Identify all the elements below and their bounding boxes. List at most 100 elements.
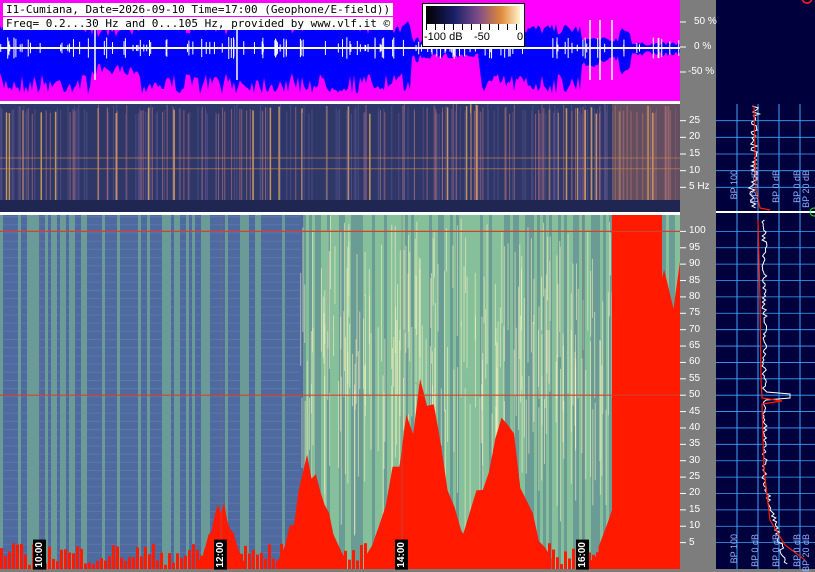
red-floor <box>364 543 367 569</box>
high-spectrogram-y-tick: 10 <box>689 520 701 532</box>
red-floor <box>380 564 383 569</box>
red-floor <box>308 545 311 569</box>
spectrogram-column <box>534 215 537 569</box>
red-floor <box>136 547 139 569</box>
spectrogram-column <box>24 215 27 569</box>
red-floor <box>128 557 131 569</box>
red-floor <box>468 544 471 569</box>
red-floor <box>340 555 343 569</box>
red-floor <box>472 556 475 569</box>
spectrogram-column <box>120 215 123 569</box>
red-floor <box>492 559 495 569</box>
spectrogram-column <box>123 215 126 569</box>
high-spectrogram-y-tick: 50 <box>689 389 701 401</box>
spectrogram-column <box>180 215 183 569</box>
red-floor <box>336 549 339 569</box>
red-floor <box>140 556 143 569</box>
spectrogram-column <box>117 215 120 569</box>
red-floor <box>88 562 91 569</box>
spectrogram-column <box>138 215 141 569</box>
spectrogram-column <box>201 215 204 569</box>
high-spectrogram-y-tick: 40 <box>689 421 701 433</box>
red-floor <box>292 553 295 569</box>
spectrogram-column <box>276 215 279 569</box>
spectrogram-column <box>231 215 234 569</box>
red-floor <box>232 558 235 569</box>
red-floor <box>296 548 299 569</box>
red-floor <box>248 553 251 569</box>
red-floor <box>196 549 199 569</box>
red-floor <box>620 564 623 569</box>
spectrogram-column <box>291 215 294 569</box>
red-floor <box>280 543 283 569</box>
spectrogram-column <box>33 215 36 569</box>
red-floor <box>648 548 651 569</box>
red-floor <box>192 544 195 569</box>
red-floor <box>548 543 551 569</box>
red-floor <box>276 561 279 569</box>
red-floor <box>180 557 183 569</box>
red-floor <box>520 562 523 569</box>
red-floor <box>96 560 99 569</box>
spectrogram-column <box>87 215 90 569</box>
red-floor <box>360 544 363 569</box>
spectrogram-column <box>66 215 69 569</box>
spectrogram-column <box>183 215 186 569</box>
spectrogram-column <box>48 215 51 569</box>
red-floor <box>236 554 239 569</box>
spectrum-legend-label: BP 100 <box>729 534 739 564</box>
red-floor <box>160 552 163 569</box>
spectrogram-column <box>186 215 189 569</box>
spectrogram-column <box>228 215 231 569</box>
red-floor <box>664 547 667 569</box>
spectrogram-column <box>21 215 24 569</box>
red-floor <box>660 556 663 569</box>
spectrogram-column <box>564 215 567 569</box>
red-floor <box>488 560 491 569</box>
spectrogram-column <box>537 215 540 569</box>
spectrogram-column <box>18 215 21 569</box>
low-spectrogram-y-tick: 10 <box>689 164 701 176</box>
red-floor <box>228 555 231 569</box>
high-spectrogram-y-tick: 15 <box>689 503 701 515</box>
red-floor <box>592 554 595 569</box>
red-floor <box>572 548 575 569</box>
red-floor <box>252 549 255 569</box>
high-spectrogram-y-tick: 90 <box>689 258 701 270</box>
spectrogram-column <box>132 215 135 569</box>
red-floor <box>452 548 455 569</box>
spectrogram-column <box>255 215 258 569</box>
spectrogram-column <box>165 215 168 569</box>
spectrogram-column <box>375 215 378 569</box>
low-spectrogram-y-tick: 15 <box>689 148 701 159</box>
red-floor <box>556 557 559 569</box>
spectrogram-column <box>249 215 252 569</box>
high-spectrogram-y-tick: 70 <box>689 323 701 335</box>
spectrogram-column <box>240 215 243 569</box>
red-floor <box>508 551 511 569</box>
spectrogram-column <box>45 215 48 569</box>
red-floor <box>632 554 635 569</box>
red-floor <box>344 550 347 569</box>
spectrogram-column <box>171 215 174 569</box>
red-floor <box>636 547 639 569</box>
red-floor <box>84 563 87 569</box>
red-floor <box>408 562 411 569</box>
spectrogram-column <box>54 215 57 569</box>
red-floor <box>532 556 535 569</box>
red-floor <box>16 544 19 569</box>
red-floor <box>320 549 323 569</box>
spectrogram-column <box>246 215 249 569</box>
spectrum-legend-label: BP 20 dB <box>801 170 811 208</box>
spectrogram-column <box>552 215 555 569</box>
spectrogram-column <box>90 215 93 569</box>
spectrum-legend-label: BP 0 dB <box>771 534 781 567</box>
red-floor <box>668 558 671 569</box>
spectrogram-column <box>69 215 72 569</box>
spectrogram-column <box>189 215 192 569</box>
high-frequency-spectrogram <box>0 215 749 569</box>
red-floor <box>316 563 319 569</box>
spectrogram-column <box>75 215 78 569</box>
spectrogram-column <box>243 215 246 569</box>
spectrogram-column <box>279 215 282 569</box>
